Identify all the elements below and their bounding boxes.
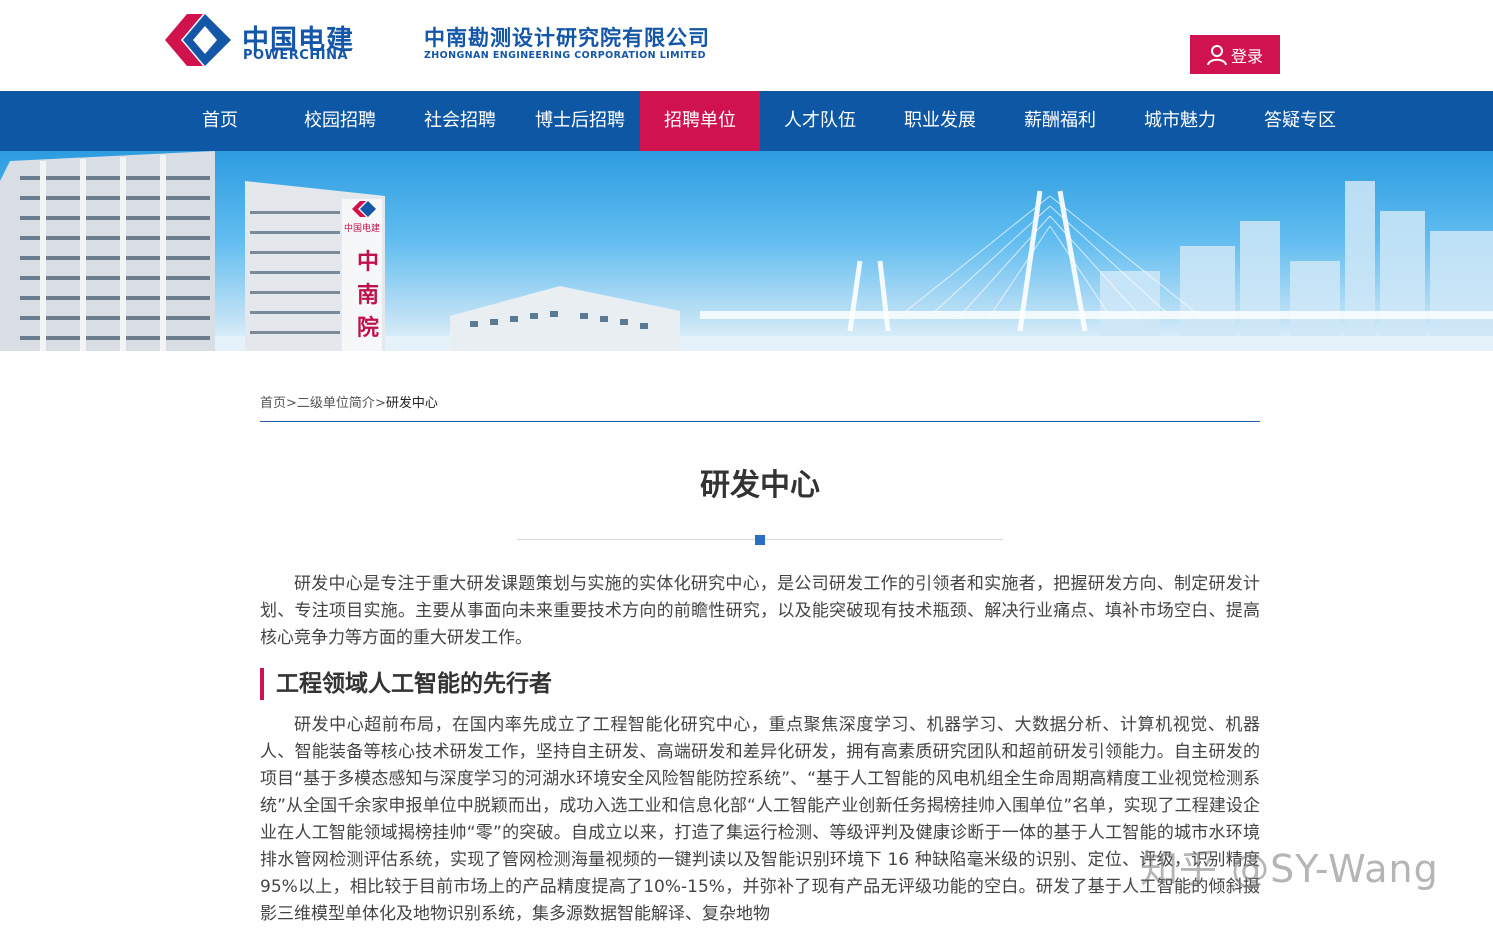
nav-item-postdoc[interactable]: 博士后招聘: [520, 91, 640, 151]
section-heading: 工程领域人工智能的先行者: [260, 668, 552, 700]
breadcrumb-divider: [260, 421, 1260, 422]
section-paragraph: 研发中心超前布局，在国内率先成立了工程智能化研究中心，重点聚焦深度学习、机器学习…: [260, 715, 1260, 924]
powerchina-logo-icon[interactable]: [163, 12, 233, 68]
breadcrumb-separator: >: [286, 396, 297, 411]
nav-item-talent[interactable]: 人才队伍: [760, 91, 880, 151]
user-icon: [1206, 44, 1227, 65]
banner-illustration: 中国电建 中南院: [0, 151, 1493, 351]
nav-item-units[interactable]: 招聘单位: [640, 91, 760, 151]
breadcrumb-parent[interactable]: 二级单位简介: [297, 396, 375, 411]
site-header: 中国电建 POWERCHINA 中南勘测设计研究院有限公司 ZHONGNAN E…: [0, 0, 1493, 91]
watermark: 知乎 @SY-Wang: [1140, 847, 1439, 891]
nav-item-campus[interactable]: 校园招聘: [280, 91, 400, 151]
building-logo-text: 中国电建: [344, 222, 380, 234]
company-name-en: ZHONGNAN ENGINEERING CORPORATION LIMITED: [424, 50, 706, 61]
nav-item-career[interactable]: 职业发展: [880, 91, 1000, 151]
login-button[interactable]: 登录: [1190, 35, 1280, 74]
nav-item-home[interactable]: 首页: [160, 91, 280, 151]
building-sign: 中南院: [357, 250, 379, 341]
page-title: 研发中心: [700, 468, 820, 503]
nav-item-city[interactable]: 城市魅力: [1120, 91, 1240, 151]
breadcrumb: 首页>二级单位简介>研发中心: [260, 392, 438, 411]
nav-item-faq[interactable]: 答疑专区: [1240, 91, 1360, 151]
login-label: 登录: [1230, 46, 1263, 66]
company-name-cn: 中南勘测设计研究院有限公司: [424, 26, 710, 50]
nav-item-social[interactable]: 社会招聘: [400, 91, 520, 151]
brand-name-en: POWERCHINA: [243, 48, 349, 63]
breadcrumb-separator: >: [374, 396, 386, 411]
building-sign-char: 院: [357, 315, 379, 341]
building-sign-char: 中: [357, 250, 379, 275]
hero-banner: 中国电建 中南院: [0, 151, 1493, 351]
main-nav: 首页 校园招聘 社会招聘 博士后招聘 招聘单位 人才队伍 职业发展 薪酬福利 城…: [0, 91, 1493, 151]
nav-item-salary[interactable]: 薪酬福利: [1000, 91, 1120, 151]
building-sign-char: 南: [357, 283, 379, 308]
breadcrumb-current: 研发中心: [385, 396, 438, 411]
title-divider-dot: [755, 535, 765, 545]
breadcrumb-home[interactable]: 首页: [260, 396, 286, 411]
intro-paragraph: 研发中心是专注于重大研发课题策划与实施的实体化研究中心，是公司研发工作的引领者和…: [260, 574, 1260, 648]
